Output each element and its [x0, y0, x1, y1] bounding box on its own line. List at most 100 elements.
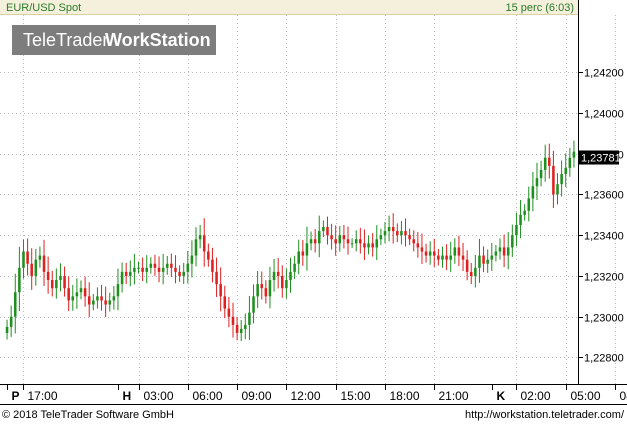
candle-body — [174, 268, 177, 272]
candle-body — [359, 239, 362, 243]
candle-body — [371, 243, 374, 247]
candle-body — [256, 284, 259, 296]
candle-body — [400, 231, 403, 235]
candle-body — [355, 239, 358, 243]
candle-body — [113, 296, 116, 300]
candle-body — [195, 239, 198, 255]
candle-body — [92, 300, 95, 304]
candle-body — [285, 280, 288, 288]
candle-body — [154, 264, 157, 268]
candle-body — [108, 300, 111, 304]
candle-body — [302, 251, 305, 255]
candle-body — [137, 268, 140, 269]
source-url[interactable]: http://workstation.teletrader.com/ — [465, 409, 625, 421]
candle-body — [67, 288, 70, 300]
candle-body — [515, 225, 518, 235]
y-tick-label: 1,23600 — [584, 190, 624, 202]
candle-body — [540, 170, 543, 178]
copyright-text: © 2018 TeleTrader Software GmbH — [2, 409, 174, 421]
logo-brand: TeleTrader — [23, 30, 108, 50]
candle-body — [150, 264, 153, 268]
x-tick-label: 05:00 — [571, 389, 601, 403]
candle-body — [486, 260, 489, 264]
candle-body — [384, 231, 387, 235]
candle-body — [454, 247, 457, 255]
y-tick-label: 1,23200 — [584, 272, 624, 284]
y-tick-label: 1,24200 — [584, 68, 624, 80]
candle-body — [339, 235, 342, 243]
candle-body — [511, 235, 514, 247]
candle-body — [47, 272, 50, 280]
candle-body — [211, 260, 214, 272]
candle-body — [228, 309, 231, 317]
candle-body — [532, 186, 535, 198]
candle-body — [297, 251, 300, 263]
candle-body — [223, 296, 226, 308]
x-tick-label: 18:00 — [390, 389, 420, 403]
candle-body — [474, 268, 477, 276]
x-tick-label: 02:00 — [521, 389, 551, 403]
candle-body — [72, 296, 75, 300]
candle-body — [158, 268, 161, 272]
candle-body — [14, 292, 17, 316]
candle-body — [445, 256, 448, 260]
x-day-marker: K — [497, 389, 506, 403]
teletrader-logo: TeleTrader WorkStation — [12, 25, 216, 55]
y-tick-label: 1,24000 — [584, 109, 624, 121]
candle-body — [18, 268, 21, 292]
candle-body — [215, 272, 218, 284]
candle-body — [573, 152, 576, 158]
logo-product: WorkStation — [105, 30, 211, 50]
candle-body — [536, 178, 539, 186]
candle-body — [433, 251, 436, 255]
x-day-marker: P — [12, 389, 20, 403]
candle-body — [207, 251, 210, 259]
candle-body — [178, 272, 181, 276]
candle-body — [462, 256, 465, 260]
candle-body — [104, 300, 107, 304]
candle-body — [39, 256, 42, 260]
x-tick-label: 21:00 — [439, 389, 469, 403]
candle-body — [491, 256, 494, 260]
candle-body — [449, 256, 452, 260]
candle-body — [240, 329, 243, 333]
y-tick-label: 1,23000 — [584, 313, 624, 325]
candle-body — [88, 296, 91, 304]
candle-body — [375, 239, 378, 247]
x-day-marker: H — [123, 389, 132, 403]
x-tick-label: 08:00 — [620, 389, 627, 403]
candle-body — [408, 235, 411, 239]
candle-body — [121, 272, 124, 284]
candle-body — [519, 215, 522, 225]
candle-body — [100, 296, 103, 300]
candle-body — [396, 231, 399, 235]
candle-body — [26, 251, 29, 263]
candle-body — [503, 247, 506, 255]
candle-body — [478, 256, 481, 268]
candle-body — [170, 264, 173, 268]
candle-body — [141, 268, 144, 272]
candle-body — [166, 264, 169, 268]
candle-body — [187, 264, 190, 272]
y-tick-label: 1,23400 — [584, 231, 624, 243]
y-tick-label: 1,22800 — [584, 353, 624, 365]
x-tick-label: 09:00 — [242, 389, 272, 403]
candle-body — [425, 251, 428, 255]
candle-body — [117, 284, 120, 296]
candle-body — [367, 243, 370, 247]
candle-body — [191, 256, 194, 264]
candle-body — [314, 239, 317, 243]
candle-body — [306, 243, 309, 255]
candle-body — [182, 272, 185, 276]
candle-body — [421, 247, 424, 251]
candle-body — [84, 288, 87, 296]
candle-body — [392, 227, 395, 231]
candle-body — [458, 247, 461, 255]
candle-body — [466, 260, 469, 272]
candle-body — [260, 284, 263, 288]
candle-body — [482, 256, 485, 264]
candle-body — [273, 272, 276, 280]
candle-body — [59, 276, 62, 280]
candle-body — [556, 184, 559, 194]
chart-background — [0, 0, 627, 423]
